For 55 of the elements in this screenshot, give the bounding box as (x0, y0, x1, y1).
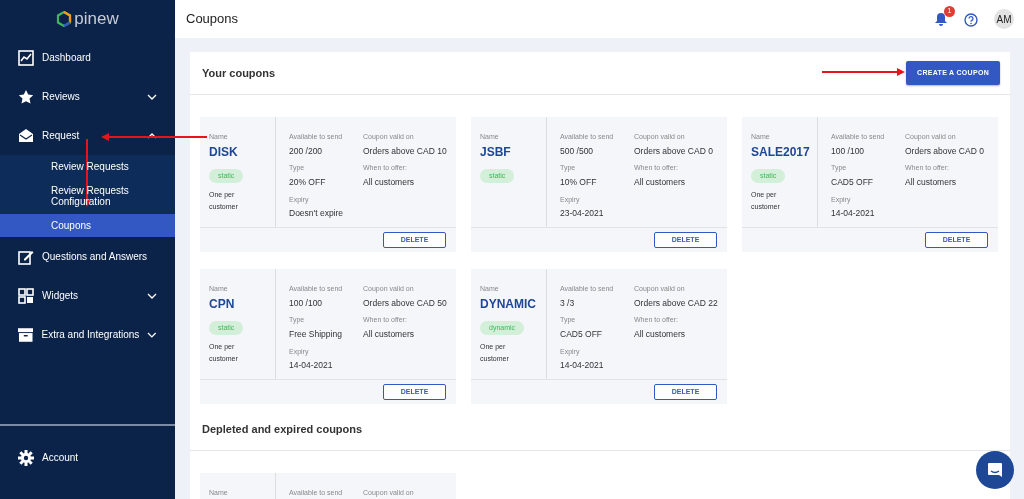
grid-icon (18, 287, 34, 304)
field-value: 14-04-2021 (831, 207, 876, 220)
coupon-name: JSBF (480, 143, 512, 161)
field-value: 100 /100 (289, 296, 324, 310)
coupon-name: DYNAMIC (480, 295, 537, 313)
user-avatar[interactable]: AM (994, 9, 1014, 29)
account-link[interactable]: Account (0, 438, 97, 477)
field-value: All customers (634, 175, 686, 189)
field-value: CAD5 OFF (560, 327, 604, 341)
field-value: All customers (905, 175, 957, 189)
coupon-name: DISK (209, 143, 239, 161)
field-value: Orders above CAD 0 (905, 144, 985, 158)
field-value: Orders above CAD 10 (363, 144, 448, 158)
field-value: Doesn't expire (289, 207, 345, 220)
field-value: 100 /100 (831, 144, 866, 158)
sidebar-item[interactable]: Reviews (0, 77, 175, 116)
field-value: CAD5 OFF (831, 175, 875, 189)
hexagon-logo-icon (56, 11, 73, 27)
star-icon (18, 88, 34, 105)
section-title: Depleted and expired coupons (202, 421, 363, 437)
help-icon (964, 12, 978, 27)
sidebar-subitem[interactable]: Coupons (0, 213, 175, 237)
notifications-button[interactable] (934, 12, 948, 26)
field-value: Orders above CAD 22 (634, 296, 719, 310)
chart-icon (18, 49, 34, 66)
sidebar-item[interactable]: Widgets (0, 276, 175, 315)
field-value: 23-04-2021 (560, 207, 605, 220)
sidebar-item[interactable]: Questions and Answers (0, 237, 175, 276)
field-value: 500 /500 (560, 144, 595, 158)
page-title: Coupons (186, 10, 239, 29)
archive-icon (18, 326, 34, 343)
sidebar-item[interactable]: Extra and Integrations (0, 315, 175, 354)
envelope-icon (18, 127, 34, 144)
field-value: All customers (363, 175, 415, 189)
field-value: 20% OFF (289, 175, 327, 189)
chat-icon (986, 461, 1004, 479)
field-value: Orders above CAD 0 (634, 144, 714, 158)
field-value: All customers (634, 327, 686, 341)
edit-icon (18, 248, 34, 265)
field-value: 200 /200 (289, 144, 324, 158)
field-value: Orders above CAD 50 (363, 296, 448, 310)
sidebar-item[interactable]: Request (0, 116, 175, 155)
field-value: 14-04-2021 (289, 359, 334, 372)
settings-icon (18, 449, 34, 466)
logo-text: pinew (74, 8, 119, 31)
field-value: 14-04-2021 (560, 359, 605, 372)
bell-icon (934, 12, 948, 26)
coupon-name: CPN (209, 295, 236, 313)
field-value: Free Shipping (289, 327, 343, 341)
field-value: 10% OFF (560, 175, 598, 189)
sidebar-item[interactable]: Dashboard (0, 38, 175, 77)
field-value: 3 /3 (560, 296, 576, 310)
section-title: Your coupons (202, 65, 276, 81)
coupon-name: SALE2017 (751, 143, 811, 161)
field-value: All customers (363, 327, 415, 341)
